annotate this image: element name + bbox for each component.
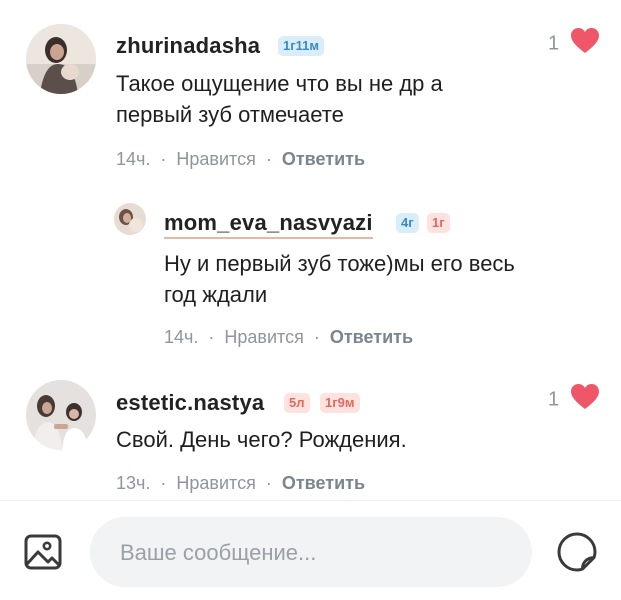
comment-text-line: Ну и первый зуб тоже)мы его весь — [164, 251, 515, 276]
comment-time: 13ч. — [116, 473, 151, 493]
like-count-group[interactable]: 1 — [548, 28, 599, 60]
avatar-photo — [26, 24, 96, 94]
separator-dot: · — [160, 149, 167, 169]
separator-dot: · — [265, 149, 272, 169]
like-count-group[interactable]: 1 — [548, 384, 599, 416]
avatar-photo — [114, 203, 146, 235]
comment-meta: 14ч. · Нравится · Ответить — [116, 149, 365, 170]
username[interactable]: estetic.nastya — [116, 390, 264, 416]
comment-meta: 13ч. · Нравится · Ответить — [116, 473, 365, 494]
sticker-icon[interactable] — [554, 529, 600, 575]
like-count: 1 — [548, 388, 560, 411]
reply-button[interactable]: Ответить — [282, 473, 365, 493]
separator-dot: · — [208, 327, 215, 347]
like-button[interactable]: Нравится — [224, 327, 303, 347]
child-age-badge: 1г11м — [278, 36, 325, 56]
separator-dot: · — [265, 473, 272, 493]
avatar-photo — [26, 380, 96, 450]
child-age-badge: 1г9м — [320, 393, 360, 413]
like-count: 1 — [548, 32, 560, 55]
comment-text-line: год ждали — [164, 282, 268, 307]
comment-text-line: Такое ощущение что вы не др а — [116, 71, 443, 96]
comment-text-line: первый зуб отмечаете — [116, 102, 344, 127]
comment-time: 14ч. — [164, 327, 199, 347]
message-composer — [0, 501, 621, 600]
reply-button[interactable]: Ответить — [282, 149, 365, 169]
child-age-badge: 5л — [284, 393, 310, 413]
like-button[interactable]: Нравится — [176, 149, 255, 169]
heart-icon[interactable] — [570, 28, 599, 60]
comment-text-line: Свой. День чего? Рождения. — [116, 427, 407, 452]
heart-icon[interactable] — [570, 384, 599, 416]
avatar[interactable] — [26, 24, 96, 94]
comment-meta: 14ч. · Нравится · Ответить — [164, 327, 413, 348]
username[interactable]: zhurinadasha — [116, 33, 260, 59]
child-age-badge: 1г — [427, 213, 450, 233]
message-input-box[interactable] — [90, 517, 532, 589]
avatar[interactable] — [26, 380, 96, 450]
like-button[interactable]: Нравится — [176, 473, 255, 493]
image-gallery-icon[interactable] — [22, 531, 66, 575]
reply-button[interactable]: Ответить — [330, 327, 413, 347]
comment-text: Такое ощущение что вы не др а первый зуб… — [116, 68, 536, 130]
separator-dot: · — [160, 473, 167, 493]
comment-text: Ну и первый зуб тоже)мы его весь год жда… — [164, 248, 604, 310]
message-input[interactable] — [118, 517, 512, 589]
comment-time: 14ч. — [116, 149, 151, 169]
username[interactable]: mom_eva_nasvyazi — [164, 210, 373, 239]
avatar[interactable] — [114, 203, 146, 235]
separator-dot: · — [313, 327, 320, 347]
child-age-badge: 4г — [396, 213, 419, 233]
comment-text: Свой. День чего? Рождения. — [116, 424, 556, 455]
